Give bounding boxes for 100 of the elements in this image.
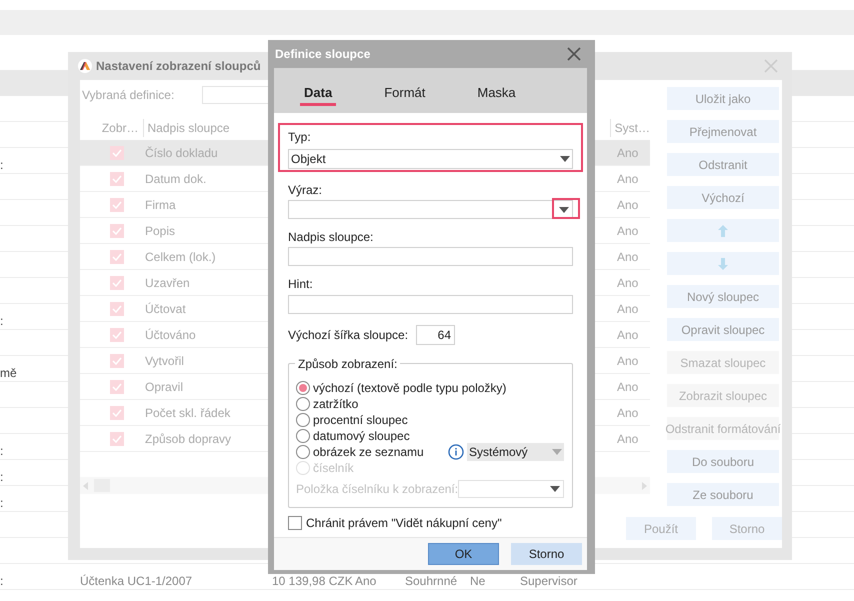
tab[interactable]: Formát (380, 82, 430, 106)
app-logo-icon (78, 59, 92, 73)
checkbox[interactable] (110, 276, 124, 290)
table-cell-text: : (0, 470, 4, 484)
radio-label: zatržítko (313, 396, 358, 413)
table-cell-text: Ne (470, 574, 486, 588)
group-title: Způsob zobrazení: (295, 356, 400, 372)
checkbox[interactable] (110, 328, 124, 342)
table-cell-text: : (0, 574, 4, 588)
radio-button[interactable] (296, 429, 310, 443)
radio-button[interactable] (296, 381, 310, 395)
action-button[interactable]: Do souboru (667, 450, 779, 473)
close-icon[interactable] (567, 47, 581, 61)
tab[interactable]: Maska (473, 82, 520, 106)
table-cell-text: Ano (616, 144, 638, 162)
table-cell-text: Celkem (lok.) (145, 248, 217, 266)
table-cell-text: Ano (616, 404, 638, 422)
checkbox[interactable] (110, 432, 124, 446)
radio-button[interactable] (296, 397, 310, 411)
table-cell-text: Číslo dokladu (145, 144, 219, 162)
move-up-button[interactable] (667, 219, 779, 242)
checkbox[interactable] (110, 198, 124, 212)
field-label: Nadpis sloupce: (288, 229, 374, 245)
table-cell-text: Popis (145, 222, 176, 240)
field-label: Položka číselníku k zobrazení: (296, 481, 458, 498)
action-button[interactable]: Nový sloupec (667, 285, 779, 308)
checkbox[interactable] (110, 380, 124, 394)
table-cell-text: Souhrnné (405, 574, 458, 588)
checkbox[interactable] (288, 516, 302, 530)
caption-field[interactable] (288, 247, 573, 266)
table-cell-text: Opravil (145, 378, 184, 396)
expression-select[interactable] (288, 200, 573, 219)
radio-label: procentní sloupec (313, 412, 408, 429)
table-cell-text: : (0, 444, 4, 458)
action-button[interactable]: Odstranit (667, 153, 779, 176)
table-cell-text: Ano (616, 274, 638, 292)
checkbox[interactable] (110, 224, 124, 238)
radio-button[interactable] (296, 413, 310, 427)
table-cell-text: Ano (616, 352, 638, 370)
column-header[interactable]: Syst… (610, 119, 650, 137)
field-label: Hint: (288, 276, 314, 292)
info-icon[interactable] (448, 444, 464, 460)
radio-label: datumový sloupec (313, 428, 410, 445)
table-cell-text: Supervisor (520, 574, 578, 588)
column-header[interactable]: Zobr… (80, 119, 144, 137)
dropdown-arrow-icon (552, 449, 562, 455)
tab[interactable]: Data (300, 82, 336, 106)
radio-label: výchozí (textově podle typu položky) (313, 380, 506, 397)
table-cell-text: mě (0, 366, 18, 380)
table-cell-text: Ano (616, 378, 638, 396)
action-button[interactable]: Výchozí (667, 186, 779, 209)
checkbox-label: Chránit právem "Vidět nákupní ceny" (306, 515, 502, 532)
table-cell-text: Ano (616, 248, 638, 266)
arrow-up-icon (718, 224, 728, 236)
table-cell-text: Účtováno (145, 326, 197, 344)
table-cell-text: Uzavřen (145, 274, 191, 292)
dialog-button[interactable]: Storno (511, 543, 582, 565)
window-title: Nastavení zobrazení sloupců (96, 58, 261, 75)
dropdown-arrow-icon (560, 156, 570, 162)
table-cell-text: Způsob dopravy (145, 430, 232, 448)
dropdown-arrow-icon (550, 486, 560, 492)
radio-label: číselník (313, 460, 354, 477)
table-cell-text: : (0, 496, 4, 510)
table-cell-text: Ano (616, 300, 638, 318)
field-label: Výraz: (288, 182, 324, 198)
hint-field[interactable] (288, 295, 573, 314)
checkbox[interactable] (110, 406, 124, 420)
dialog-button[interactable]: OK (428, 543, 499, 565)
table-cell-text: 10 139,98 CZK (272, 574, 354, 588)
table-cell-text: Počet skl. řádek (145, 404, 232, 422)
move-down-button[interactable] (667, 252, 779, 275)
dialog-title: Definice sloupce (275, 46, 370, 63)
table-cell-text: Vytvořil (145, 352, 185, 370)
action-button[interactable]: Ze souboru (667, 483, 779, 506)
table-cell-text: Ano (616, 196, 638, 214)
table-cell-text: Ano (355, 574, 378, 588)
table-cell-text: : (0, 158, 4, 172)
checkbox[interactable] (110, 302, 124, 316)
checkbox[interactable] (110, 172, 124, 186)
table-cell-text: Datum dok. (145, 170, 208, 188)
field-label: Typ: (288, 129, 312, 145)
table-cell-text: Ano (616, 326, 638, 344)
footer-button[interactable]: Použít (626, 517, 696, 540)
table-cell-text: Ano (616, 222, 638, 240)
footer-button[interactable]: Storno (712, 517, 782, 540)
table-cell-text: : (0, 314, 4, 328)
table-cell-text: Ano (616, 430, 638, 448)
width-field[interactable]: 64 (416, 325, 455, 345)
radio-button[interactable] (296, 445, 310, 459)
field-label: Výchozí šířka sloupce: (288, 327, 410, 343)
checkbox[interactable] (110, 354, 124, 368)
arrow-down-icon (718, 258, 728, 270)
action-button[interactable]: Opravit sloupec (667, 318, 779, 341)
table-cell-text: Účtovat (145, 300, 187, 318)
definition-label: Vybraná definice: (82, 87, 174, 104)
action-button[interactable]: Uložit jako (667, 87, 779, 110)
checkbox[interactable] (110, 250, 124, 264)
action-button[interactable]: Přejmenovat (667, 120, 779, 143)
type-select[interactable]: Objekt (288, 149, 573, 169)
checkbox[interactable] (110, 146, 124, 160)
